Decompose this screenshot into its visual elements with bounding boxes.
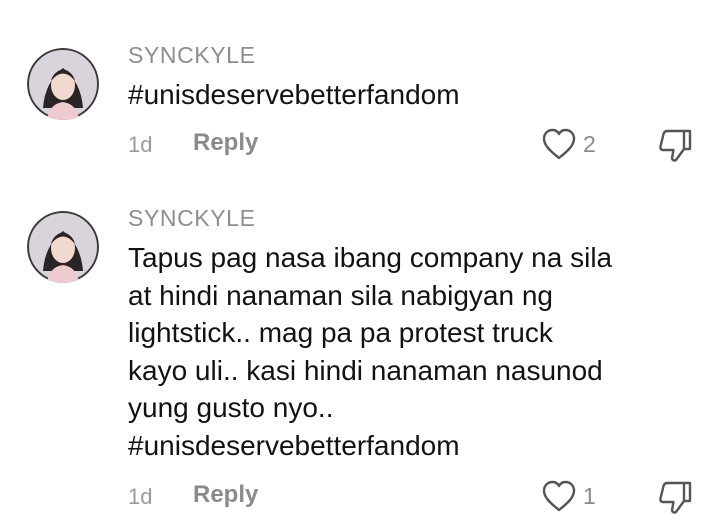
thumbs-down-outline-icon[interactable] xyxy=(656,479,694,515)
like-button[interactable]: 1 xyxy=(541,479,621,515)
comment-username[interactable]: SYNCKYLE xyxy=(128,205,256,232)
avatar-image xyxy=(27,211,99,283)
reply-button[interactable]: Reply xyxy=(193,481,258,509)
avatar[interactable] xyxy=(27,211,99,283)
like-count: 1 xyxy=(583,483,596,509)
heart-outline-icon xyxy=(542,480,576,512)
comment-text: Tapus pag nasa ibang company na sila at … xyxy=(128,242,613,461)
comment-timestamp: 1d xyxy=(128,484,153,509)
comment-item: SYNCKYLE Tapus pag nasa ibang company na… xyxy=(0,0,720,531)
